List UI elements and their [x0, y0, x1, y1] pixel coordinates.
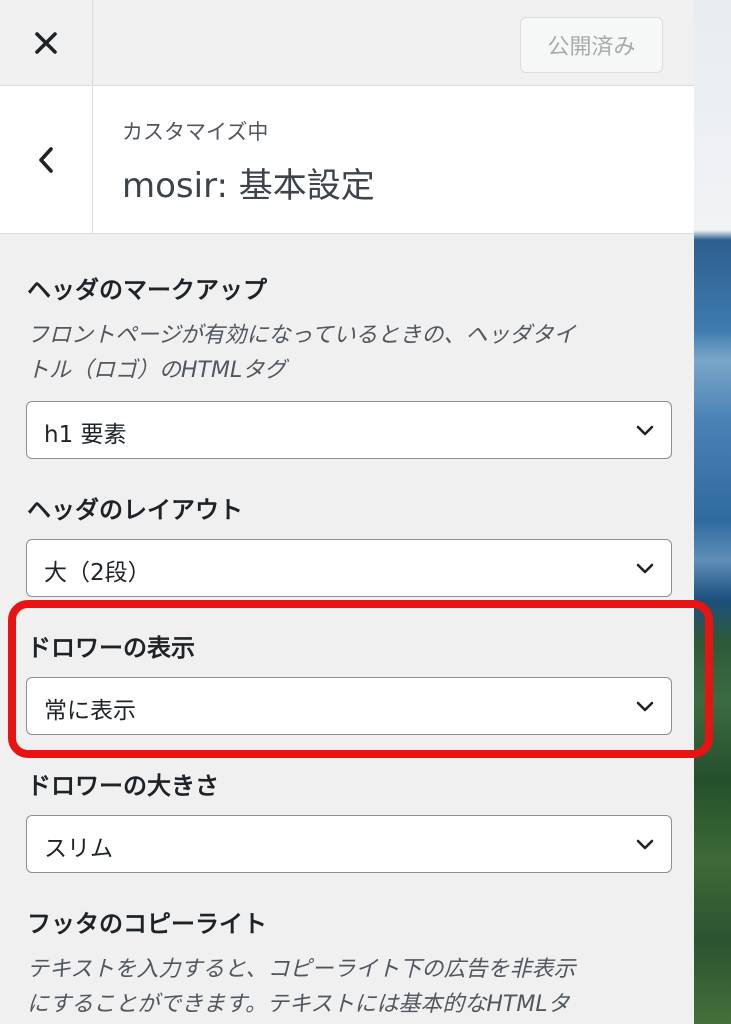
header-markup-select[interactable]: h1 要素: [26, 401, 672, 459]
header-markup-desc-line1: フロントページが有効になっているときの、ヘッダタイ: [27, 323, 576, 348]
customizer-panel: 公開済み カスタマイズ中 mosir: 基本設定 ヘッダのマークアップ フロント…: [0, 0, 694, 1024]
site-preview-edge: [694, 0, 731, 1024]
drawer-size-select[interactable]: スリム: [26, 815, 672, 873]
highlight-annotation: [8, 600, 713, 758]
header-markup-desc-line2: トル（ロゴ）のHTMLタグ: [27, 358, 287, 383]
chevron-down-icon: [636, 425, 654, 436]
back-button[interactable]: [0, 86, 93, 233]
header-layout-value: 大（2段）: [44, 560, 151, 586]
close-icon: [35, 31, 57, 54]
footer-copyright-title: フッタのコピーライト: [27, 910, 267, 938]
footer-copyright-desc-line2: にすることができます。テキストには基本的なHTMLタ: [27, 992, 570, 1017]
drawer-size-value: スリム: [44, 836, 113, 862]
chevron-down-icon: [636, 563, 654, 574]
chevron-left-icon: [39, 146, 53, 173]
section-title: mosir: 基本設定: [122, 166, 375, 206]
close-button[interactable]: [0, 0, 93, 85]
footer-copyright-description: テキストを入力すると、コピーライト下の広告を非表示 にすることができます。テキス…: [27, 952, 672, 1022]
header-layout-title: ヘッダのレイアウト: [27, 496, 243, 524]
drawer-size-title: ドロワーの大きさ: [27, 772, 219, 800]
footer-copyright-desc-line1: テキストを入力すると、コピーライト下の広告を非表示: [27, 957, 576, 982]
header-markup-value: h1 要素: [44, 422, 127, 448]
chevron-down-icon: [636, 839, 654, 850]
section-header: カスタマイズ中 mosir: 基本設定: [0, 86, 694, 234]
header-markup-description: フロントページが有効になっているときの、ヘッダタイ トル（ロゴ）のHTMLタグ: [27, 318, 672, 388]
customizer-topbar: 公開済み: [0, 0, 694, 86]
header-markup-title: ヘッダのマークアップ: [27, 276, 267, 304]
section-subtitle: カスタマイズ中: [122, 120, 269, 144]
publish-button[interactable]: 公開済み: [520, 17, 663, 73]
header-layout-select[interactable]: 大（2段）: [26, 539, 672, 597]
